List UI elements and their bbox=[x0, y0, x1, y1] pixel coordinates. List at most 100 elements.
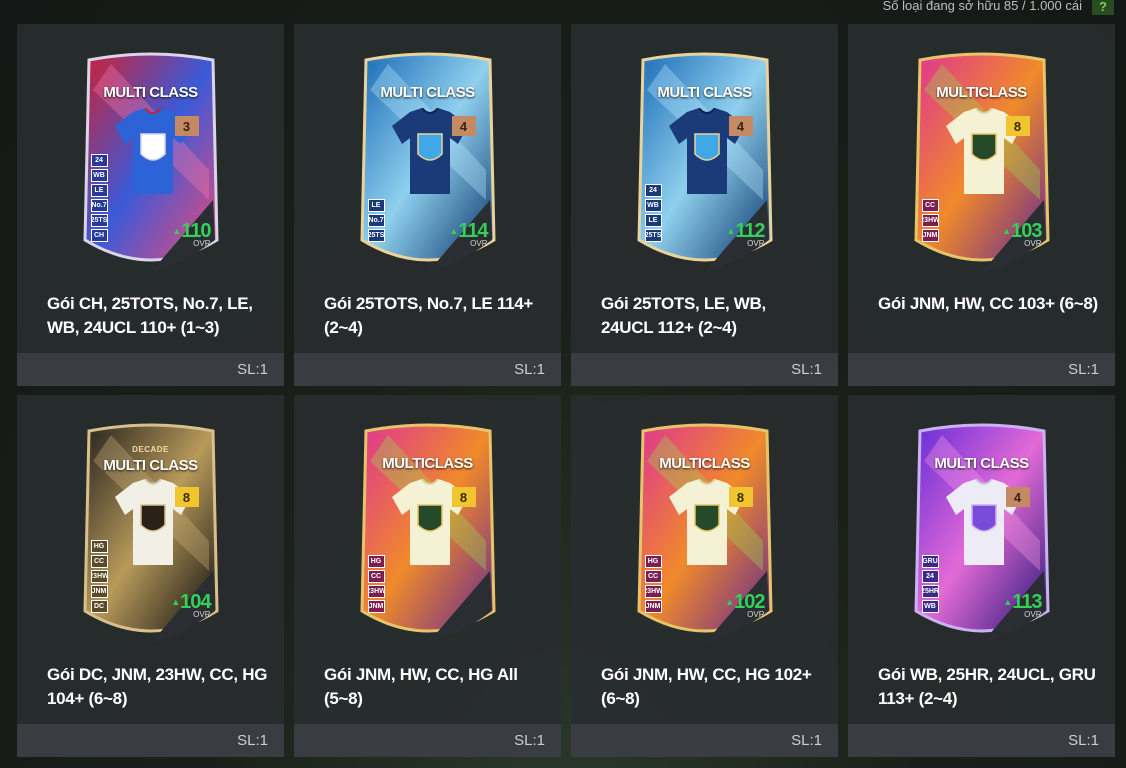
pack-tile[interactable]: MULTI CLASS 4 GRU 24 25HR WB ▲113 OVR Gói W… bbox=[848, 395, 1115, 757]
card-tag: 24 bbox=[644, 184, 662, 197]
card-tag: 25TS bbox=[644, 229, 662, 242]
card-tag: HG bbox=[644, 555, 662, 568]
help-button[interactable]: ? bbox=[1092, 0, 1114, 15]
card-tag-list: HG CC 23HW JNM bbox=[367, 555, 385, 613]
pack-tile[interactable]: MULTICLASS 8 HG CC 23HW JNM Gói JNM, HW, CC… bbox=[294, 395, 561, 757]
pack-footer: SL:1 bbox=[294, 353, 561, 386]
card-tag: CC bbox=[367, 570, 385, 583]
card-tag-list: GRU 24 25HR WB bbox=[921, 555, 939, 613]
pack-tile[interactable]: MULTI CLASS 3 24 WB LE No.7 25TS CH ▲110 OVR … bbox=[17, 24, 284, 386]
ovr-up-arrow-icon: ▲ bbox=[449, 226, 458, 236]
card-tag: 25TS bbox=[90, 214, 108, 227]
card-grade-badge: 8 bbox=[451, 487, 476, 507]
pack-card: MULTI CLASS 4 LE No.7 25TS ▲114 OVR bbox=[358, 50, 498, 271]
pack-tile[interactable]: MULTI CLASS 4 LE No.7 25TS ▲114 OVR Gói 25… bbox=[294, 24, 561, 386]
card-tag: WB bbox=[921, 600, 939, 613]
card-tag-list: HG CC 23HW JNM DC bbox=[90, 540, 108, 613]
pack-footer: SL:1 bbox=[848, 353, 1115, 386]
pack-card: MULTI CLASS 4 GRU 24 25HR WB ▲113 OVR bbox=[912, 421, 1052, 642]
card-ovr-value: ▲102 bbox=[725, 592, 765, 612]
pack-art: MULTICLASS 8 HG CC 23HW JNM ▲102 OVR bbox=[571, 395, 838, 651]
card-ovr-value: ▲114 bbox=[449, 221, 488, 241]
card-class-label: MULTICLASS bbox=[382, 455, 473, 472]
pack-tile[interactable]: DECADE MULTI CLASS 8 HG CC 23HW JNM DC ▲104 … bbox=[17, 395, 284, 757]
card-tag: 25TS bbox=[367, 229, 385, 242]
card-tag: JNM bbox=[921, 229, 939, 242]
ovr-up-arrow-icon: ▲ bbox=[171, 597, 180, 607]
card-ovr: ▲113 OVR bbox=[1003, 592, 1042, 619]
header-bar: Số loại đang sở hữu 85 / 1.000 cái ? bbox=[883, 0, 1126, 16]
pack-name: Gói DC, JNM, 23HW, CC, HG 104+ (6~8) bbox=[47, 665, 268, 708]
card-grade-badge: 4 bbox=[451, 116, 476, 136]
pack-quantity: SL:1 bbox=[514, 732, 545, 749]
card-tag: No.7 bbox=[367, 214, 385, 227]
pack-footer: SL:1 bbox=[571, 724, 838, 757]
card-ovr: ▲112 OVR bbox=[726, 221, 765, 248]
pack-tile[interactable]: MULTICLASS 8 CC 23HW JNM ▲103 OVR Gói JNM,… bbox=[848, 24, 1115, 386]
pack-card: MULTICLASS 8 HG CC 23HW JNM bbox=[358, 421, 498, 642]
pack-grid: MULTI CLASS 3 24 WB LE No.7 25TS CH ▲110 OVR … bbox=[17, 24, 1115, 757]
pack-art: MULTICLASS 8 CC 23HW JNM ▲103 OVR bbox=[848, 24, 1115, 280]
card-ovr-value: ▲110 bbox=[172, 221, 211, 241]
pack-name: Gói CH, 25TOTS, No.7, LE, WB, 24UCL 110+… bbox=[47, 294, 253, 337]
card-tag-list: HG CC 23HW JNM bbox=[644, 555, 662, 613]
card-tag-list: 24 WB LE 25TS bbox=[644, 184, 662, 242]
pack-card: MULTICLASS 8 CC 23HW JNM ▲103 OVR bbox=[912, 50, 1052, 271]
card-tag: LE bbox=[367, 199, 385, 212]
card-tag: CC bbox=[644, 570, 662, 583]
ovr-up-arrow-icon: ▲ bbox=[172, 226, 181, 236]
card-grade-badge: 8 bbox=[1005, 116, 1030, 136]
card-class-label: MULTI CLASS bbox=[657, 84, 752, 101]
pack-quantity: SL:1 bbox=[791, 732, 822, 749]
card-class-label: MULTICLASS bbox=[659, 455, 750, 472]
card-grade-badge: 4 bbox=[1005, 487, 1030, 507]
pack-footer: SL:1 bbox=[848, 724, 1115, 757]
card-grade-badge: 3 bbox=[174, 116, 199, 136]
pack-quantity: SL:1 bbox=[237, 361, 268, 378]
pack-card: MULTICLASS 8 HG CC 23HW JNM ▲102 OVR bbox=[635, 421, 775, 642]
ovr-up-arrow-icon: ▲ bbox=[726, 226, 735, 236]
card-class-label: MULTI CLASS bbox=[934, 455, 1029, 472]
card-tag: 23HW bbox=[921, 214, 939, 227]
card-tag: 24 bbox=[90, 154, 108, 167]
owned-count-label: Số loại đang sở hữu 85 / 1.000 cái bbox=[882, 0, 1082, 13]
pack-name: Gói JNM, HW, CC, HG 102+ (6~8) bbox=[601, 665, 812, 708]
card-ovr: ▲104 OVR bbox=[171, 592, 211, 619]
ovr-up-arrow-icon: ▲ bbox=[1002, 226, 1011, 236]
card-tag: JNM bbox=[644, 600, 662, 613]
card-class-label: MULTI CLASS bbox=[103, 457, 198, 474]
card-tag: JNM bbox=[90, 585, 108, 598]
pack-art: MULTI CLASS 4 GRU 24 25HR WB ▲113 OVR bbox=[848, 395, 1115, 651]
pack-name: Gói JNM, HW, CC 103+ (6~8) bbox=[878, 294, 1098, 313]
card-tag-list: LE No.7 25TS bbox=[367, 199, 385, 242]
card-tag: GRU bbox=[921, 555, 939, 568]
pack-footer: SL:1 bbox=[17, 724, 284, 757]
card-grade-badge: 4 bbox=[728, 116, 753, 136]
card-tag: CC bbox=[921, 199, 939, 212]
pack-tile[interactable]: MULTI CLASS 4 24 WB LE 25TS ▲112 OVR Gói 25… bbox=[571, 24, 838, 386]
card-grade-badge: 8 bbox=[728, 487, 753, 507]
card-tag: JNM bbox=[367, 600, 385, 613]
pack-name: Gói JNM, HW, CC, HG All (5~8) bbox=[324, 665, 518, 708]
card-tag: No.7 bbox=[90, 199, 108, 212]
pack-name: Gói 25TOTS, No.7, LE 114+ (2~4) bbox=[324, 294, 534, 337]
card-tag-list: CC 23HW JNM bbox=[921, 199, 939, 242]
pack-quantity: SL:1 bbox=[1068, 732, 1099, 749]
pack-name: Gói WB, 25HR, 24UCL, GRU 113+ (2~4) bbox=[878, 665, 1096, 708]
card-decade-label: DECADE bbox=[132, 445, 169, 454]
card-tag: HG bbox=[367, 555, 385, 568]
pack-card: MULTI CLASS 3 24 WB LE No.7 25TS CH ▲110 OVR bbox=[81, 50, 221, 271]
card-tag: 23HW bbox=[367, 585, 385, 598]
card-tag-list: 24 WB LE No.7 25TS CH bbox=[90, 154, 108, 242]
pack-art: MULTI CLASS 4 LE No.7 25TS ▲114 OVR bbox=[294, 24, 561, 280]
ovr-up-arrow-icon: ▲ bbox=[1003, 597, 1012, 607]
pack-card: DECADE MULTI CLASS 8 HG CC 23HW JNM DC ▲104 … bbox=[81, 421, 221, 642]
pack-quantity: SL:1 bbox=[791, 361, 822, 378]
card-ovr: ▲102 OVR bbox=[725, 592, 765, 619]
card-ovr-value: ▲113 bbox=[1003, 592, 1042, 612]
pack-tile[interactable]: MULTICLASS 8 HG CC 23HW JNM ▲102 OVR Gói JN… bbox=[571, 395, 838, 757]
card-tag: CC bbox=[90, 555, 108, 568]
pack-quantity: SL:1 bbox=[1068, 361, 1099, 378]
pack-card: MULTI CLASS 4 24 WB LE 25TS ▲112 OVR bbox=[635, 50, 775, 271]
pack-art: MULTI CLASS 4 24 WB LE 25TS ▲112 OVR bbox=[571, 24, 838, 280]
